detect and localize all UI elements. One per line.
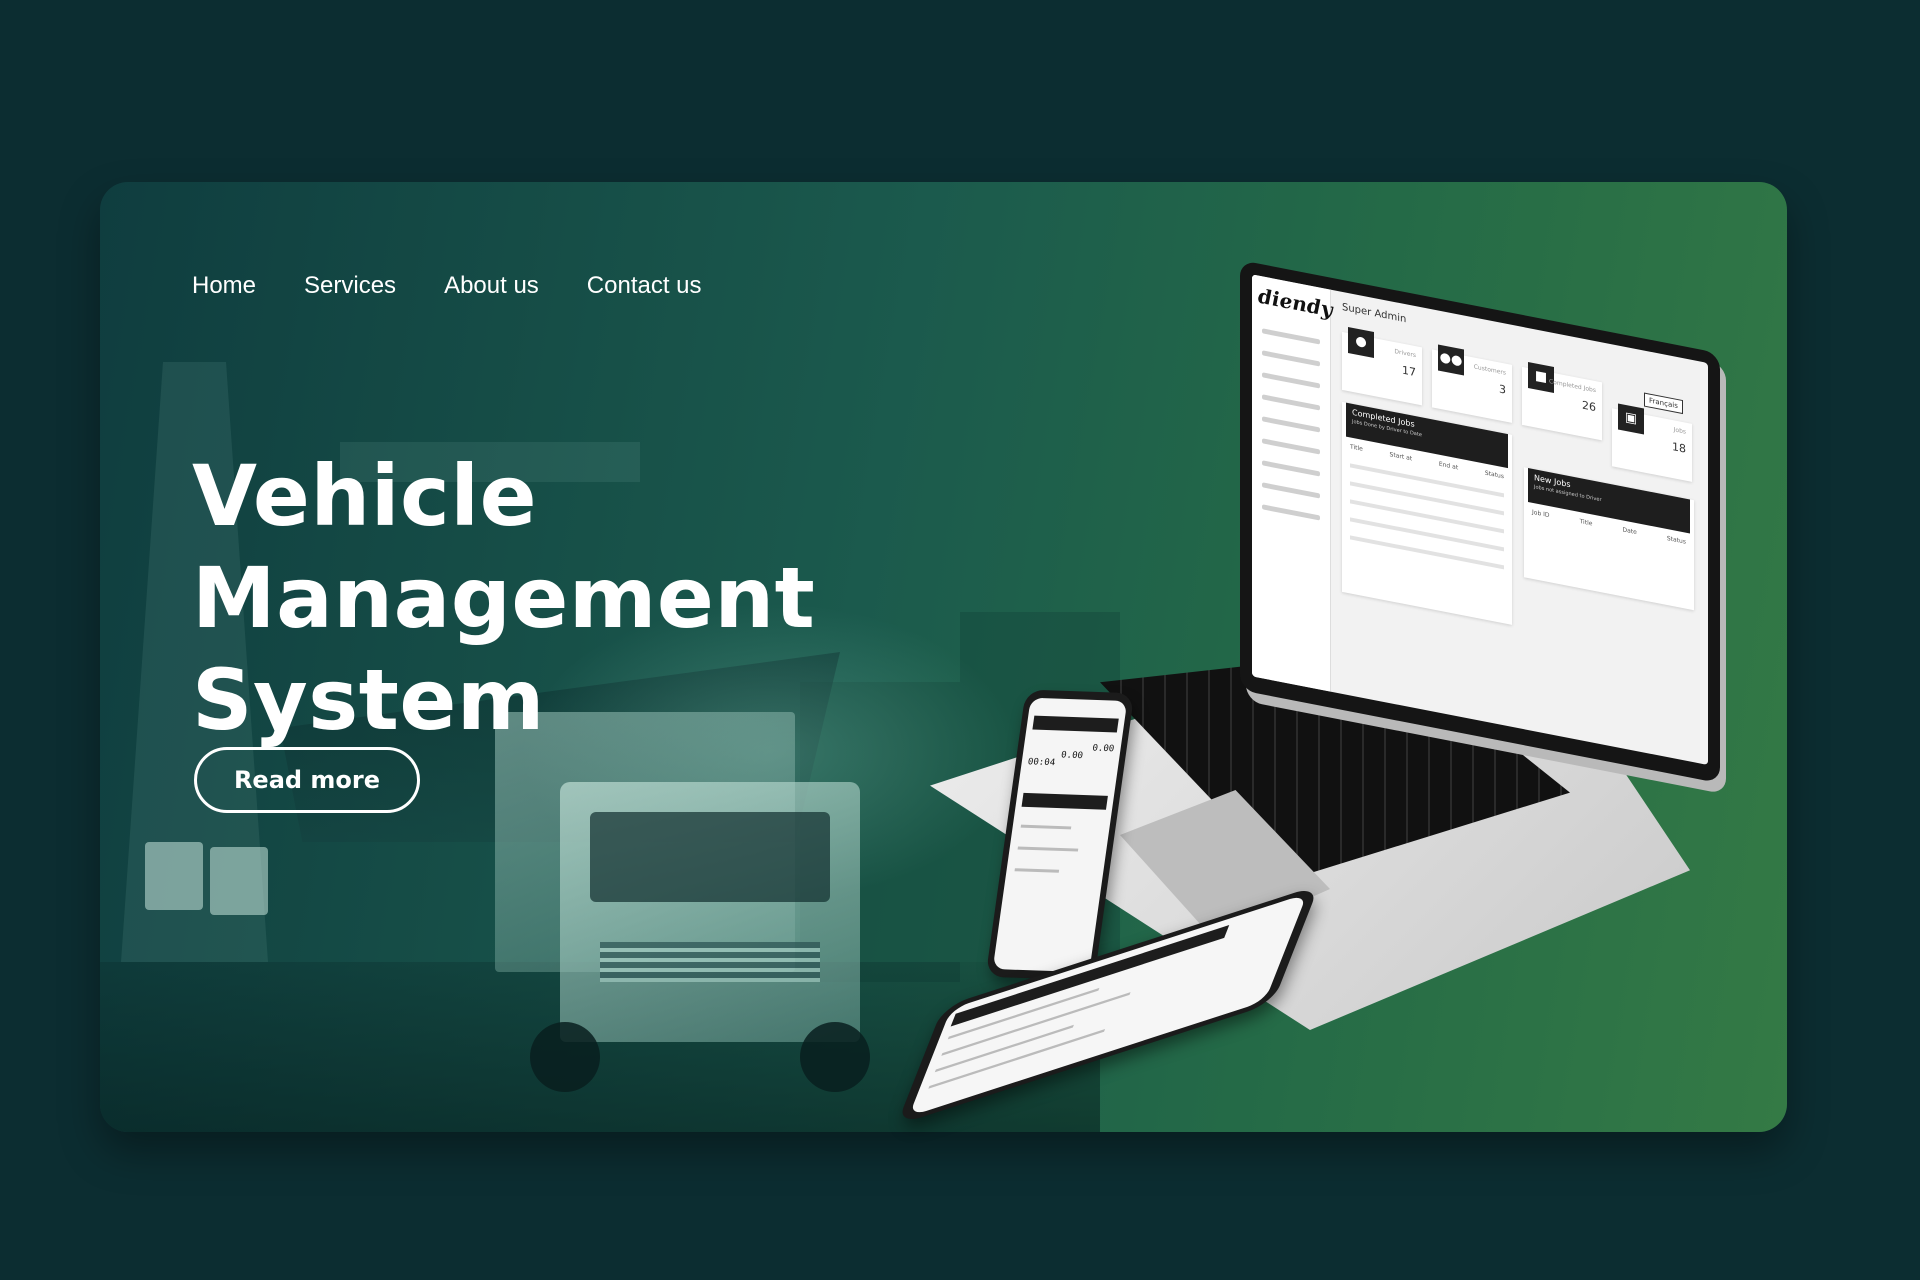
read-more-button[interactable]: Read more — [194, 747, 420, 813]
table-row[interactable] — [1350, 481, 1504, 516]
main-nav: Home Services About us Contact us — [192, 272, 702, 300]
column-header: Title — [1350, 443, 1363, 453]
table-row[interactable] — [1350, 517, 1504, 552]
column-header: Status — [1484, 469, 1504, 481]
column-header: Title — [1579, 518, 1593, 528]
phone-stat-value: 00:04 — [1027, 757, 1056, 769]
phone-stat-value: 0.00 — [1060, 750, 1084, 762]
nav-contact-link[interactable]: Contact us — [587, 272, 702, 300]
nav-home-link[interactable]: Home — [192, 272, 256, 300]
table-row[interactable] — [1350, 499, 1504, 534]
stat-value: 18 — [1672, 439, 1686, 456]
table-row[interactable] — [1350, 535, 1504, 570]
phone-header-bar — [1032, 715, 1119, 733]
column-header: Date — [1622, 526, 1637, 537]
sidebar-item[interactable] — [1262, 350, 1320, 367]
phone-section-bar — [1021, 792, 1108, 810]
stat-label: Jobs — [1673, 426, 1686, 436]
sidebar-item[interactable] — [1262, 460, 1320, 477]
nav-about-link[interactable]: About us — [444, 272, 539, 300]
nav-services-link[interactable]: Services — [304, 272, 396, 300]
column-header: Status — [1666, 534, 1686, 546]
column-header: Job ID — [1532, 508, 1550, 520]
stat-card-customers: ●● Customers 3 — [1432, 344, 1512, 423]
stat-label: Completed Jobs — [1548, 378, 1596, 395]
app-header-title: Super Admin — [1342, 301, 1407, 326]
new-jobs-panel: New Jobs Jobs not assigned to Driver Job… — [1524, 467, 1694, 611]
stat-card-drivers: ● Drivers 17 — [1342, 326, 1422, 406]
list-item[interactable] — [941, 992, 1131, 1056]
column-header: End at — [1438, 460, 1459, 472]
list-item[interactable] — [1017, 846, 1079, 852]
sidebar-item[interactable] — [1262, 438, 1320, 455]
stat-label: Drivers — [1394, 348, 1416, 360]
stat-label: Customers — [1473, 363, 1506, 377]
list-item[interactable] — [1014, 868, 1060, 873]
language-button[interactable]: Français — [1644, 392, 1683, 415]
phone-stat-value: 0.00 — [1091, 743, 1115, 755]
stat-card-completed-jobs: ■ Completed Jobs 26 — [1522, 361, 1602, 441]
stat-value: 3 — [1499, 382, 1506, 397]
user-icon: ● — [1348, 326, 1374, 359]
users-icon: ●● — [1438, 344, 1464, 376]
sidebar-item[interactable] — [1262, 372, 1320, 389]
list-item[interactable] — [1020, 824, 1072, 830]
column-header: Start at — [1389, 451, 1413, 463]
sidebar-item[interactable] — [1262, 482, 1320, 499]
admin-dashboard: diendy Super Admin Français ● Drivers 17… — [1252, 274, 1708, 765]
sidebar-item[interactable] — [1262, 416, 1320, 433]
briefcase-icon: ▣ — [1618, 403, 1644, 435]
sidebar-item[interactable] — [1262, 328, 1320, 345]
sidebar-item[interactable] — [1262, 394, 1320, 411]
stat-value: 26 — [1582, 398, 1596, 415]
stat-value: 17 — [1402, 363, 1416, 380]
completed-jobs-panel: Completed Jobs Jobs Done by Driver to Da… — [1342, 401, 1512, 625]
sidebar-item[interactable] — [1262, 504, 1320, 521]
stat-card-jobs: ▣ Jobs 18 — [1612, 403, 1692, 482]
app-logo: diendy — [1258, 283, 1333, 322]
app-sidebar: diendy — [1252, 274, 1333, 692]
